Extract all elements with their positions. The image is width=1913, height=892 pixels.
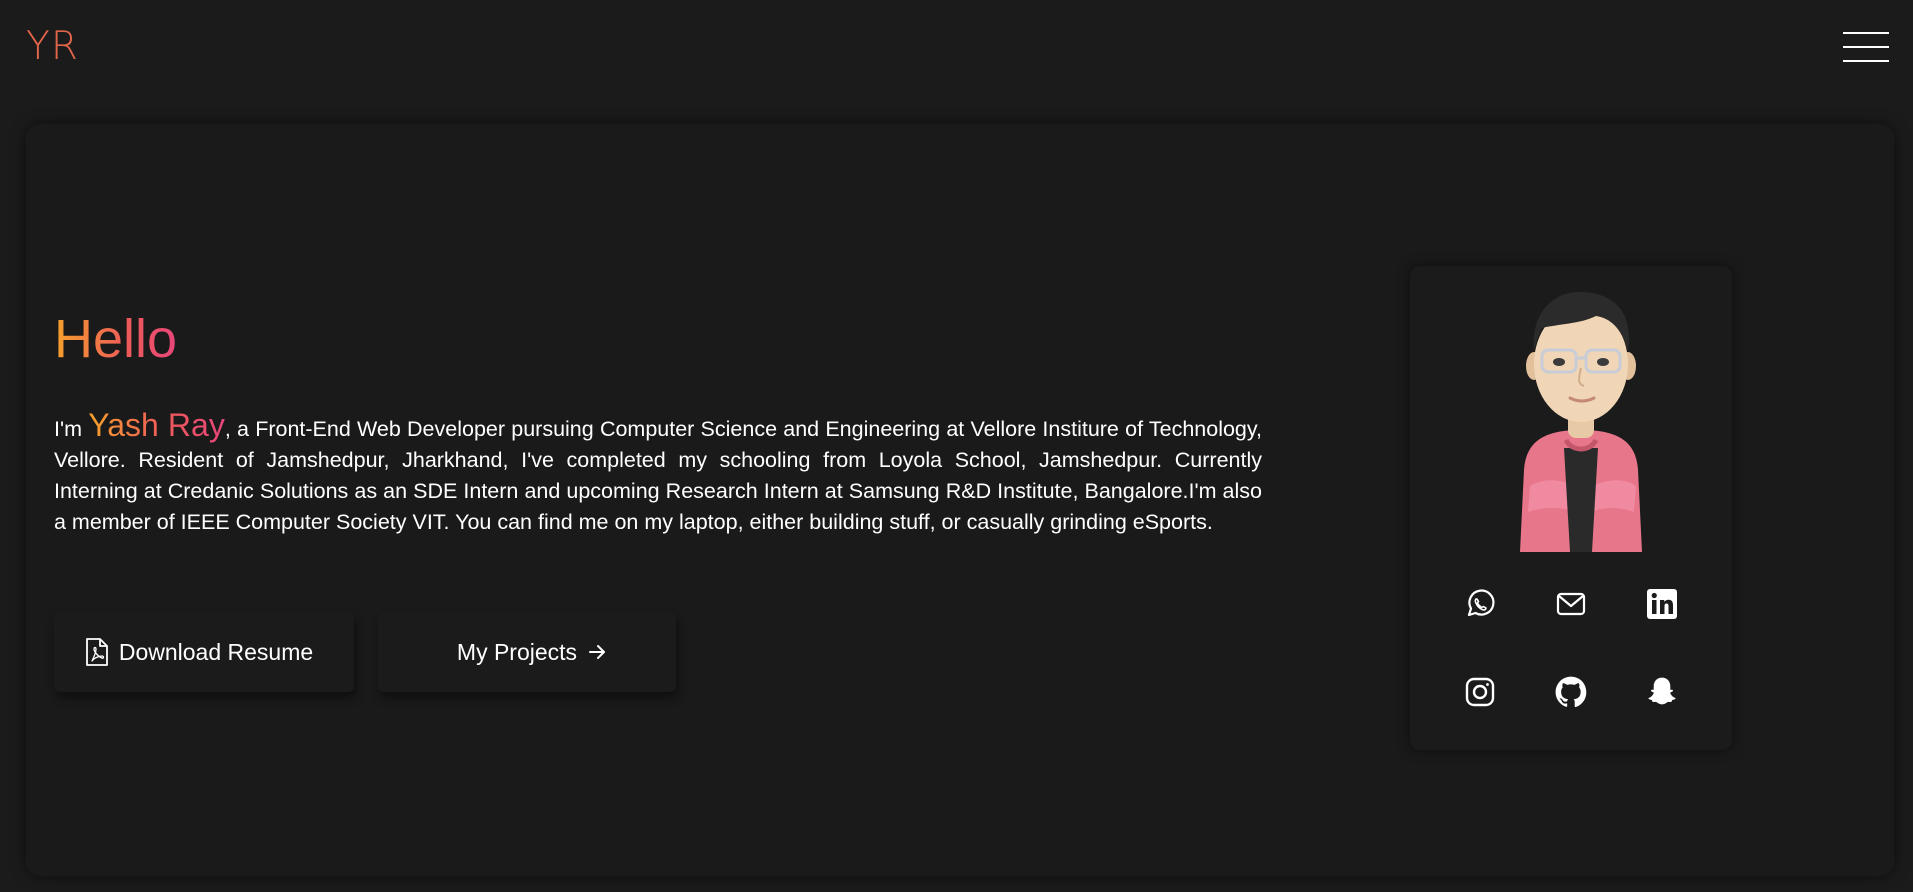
profile-card <box>1410 266 1732 750</box>
my-projects-button[interactable]: My Projects <box>378 612 676 692</box>
github-icon[interactable] <box>1551 672 1591 712</box>
bio-text: , a Front-End Web Developer pursuing Com… <box>54 417 1263 534</box>
download-resume-label: Download Resume <box>118 638 314 665</box>
menu-line <box>1843 46 1889 48</box>
linkedin-icon[interactable] <box>1642 584 1682 624</box>
memoji-avatar <box>1506 280 1656 552</box>
pdf-file-icon <box>85 637 109 667</box>
greeting-heading: Hello <box>54 304 177 374</box>
name-highlight: Yash Ray <box>88 407 225 443</box>
hamburger-menu-icon[interactable] <box>1843 32 1889 62</box>
whatsapp-icon[interactable] <box>1460 584 1500 624</box>
mail-icon[interactable] <box>1551 584 1591 624</box>
bio-paragraph: I'm Yash Ray, a Front-End Web Developer … <box>54 407 1263 538</box>
menu-line <box>1843 32 1889 34</box>
download-resume-button[interactable]: Download Resume <box>54 612 354 692</box>
menu-line <box>1843 60 1889 62</box>
top-navbar: YR <box>0 0 1913 110</box>
logo[interactable]: YR <box>26 24 79 69</box>
arrow-right-icon <box>587 642 607 662</box>
instagram-icon[interactable] <box>1460 672 1500 712</box>
my-projects-label: My Projects <box>456 638 578 665</box>
bio-prefix: I'm <box>54 417 89 441</box>
snapchat-icon[interactable] <box>1642 672 1682 712</box>
